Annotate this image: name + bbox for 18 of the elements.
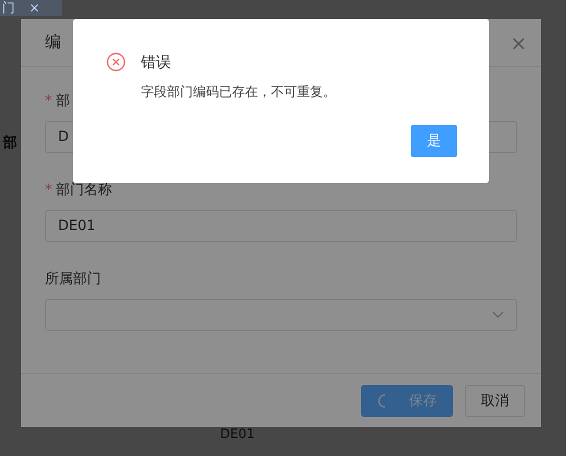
error-message: 字段部门编码已存在，不可重复。: [141, 84, 336, 102]
row-label: 部: [3, 134, 17, 152]
confirm-button[interactable]: 是: [411, 125, 457, 157]
table-cell: DE01: [220, 428, 255, 442]
required-mark: *: [45, 93, 52, 109]
error-icon: [106, 52, 126, 72]
field-label: 部: [56, 92, 70, 110]
cancel-button[interactable]: 取消: [465, 384, 525, 416]
page-tab[interactable]: 门 ×: [0, 0, 62, 16]
chevron-down-icon: [492, 311, 504, 319]
dialog-title: 编: [45, 32, 61, 53]
dialog-title: 错误: [141, 52, 172, 72]
field-label: 所属部门: [45, 270, 101, 288]
input-field[interactable]: DE01: [45, 210, 517, 242]
field-label: 部门名称: [56, 181, 112, 199]
required-mark: *: [45, 182, 52, 198]
close-icon[interactable]: ×: [29, 2, 40, 16]
select-field[interactable]: [45, 299, 517, 331]
